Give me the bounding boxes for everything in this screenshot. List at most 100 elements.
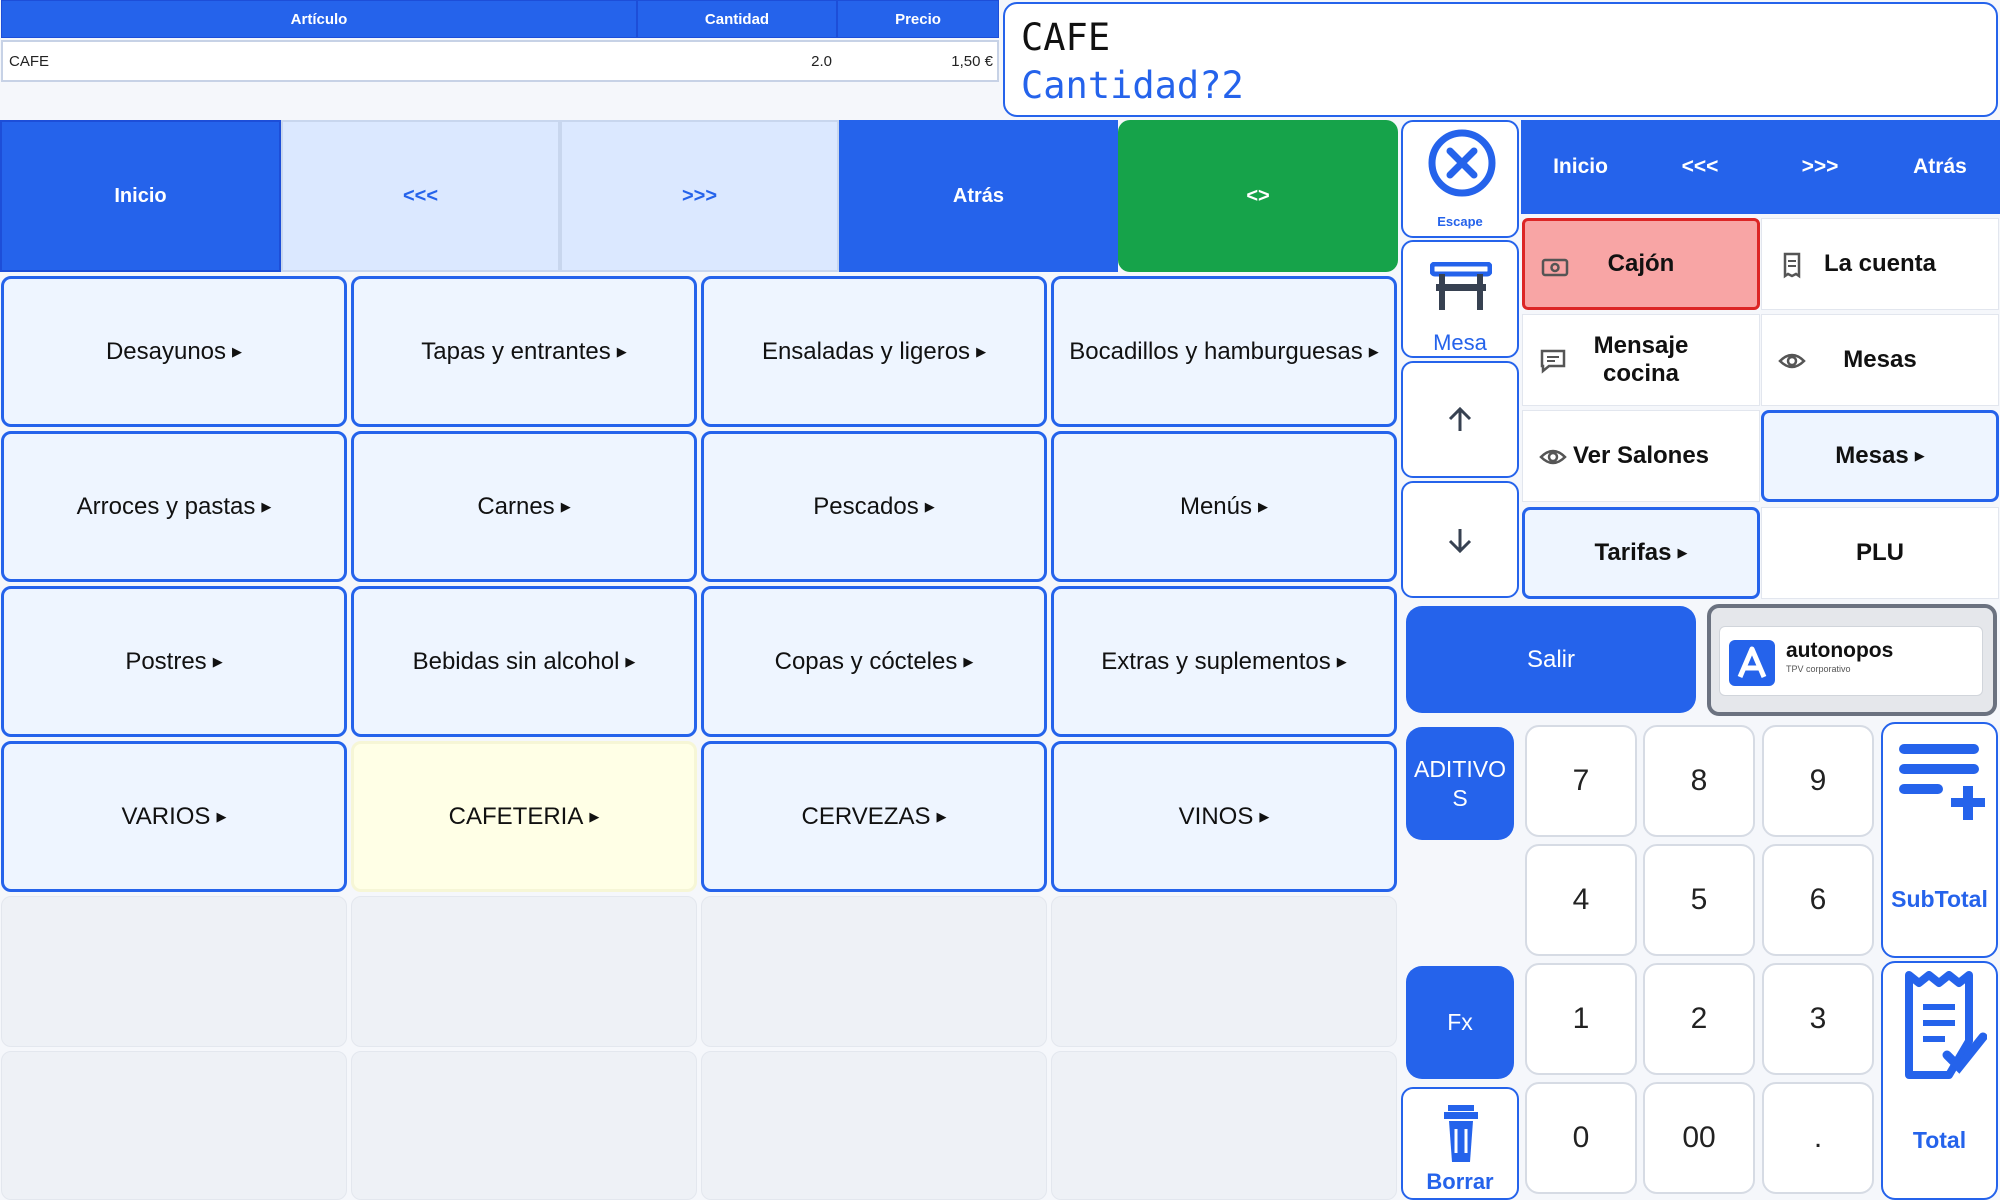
category-postres[interactable]: Postres ▶ — [1, 586, 347, 737]
table-label: Mesa — [1433, 330, 1487, 355]
nav-swap-button[interactable]: <> — [1118, 120, 1398, 272]
category-empty-slot — [1051, 896, 1397, 1047]
tables-view-button[interactable]: Mesas — [1761, 314, 1999, 406]
plu-button[interactable]: PLU — [1761, 507, 1999, 599]
close-circle-icon — [1428, 129, 1496, 197]
caret-right-icon: ▶ — [560, 498, 571, 514]
caret-right-icon: ▶ — [924, 498, 935, 514]
bill-button[interactable]: La cuenta — [1761, 218, 1999, 310]
subtotal-button[interactable]: SubTotal — [1881, 722, 1998, 958]
keypad-4[interactable]: 4 — [1525, 844, 1637, 956]
drawer-button[interactable]: Cajón — [1522, 218, 1760, 310]
logo-tagline: TPV corporativo — [1786, 664, 1851, 674]
category-pescados[interactable]: Pescados ▶ — [701, 431, 1047, 582]
category-tapas[interactable]: Tapas y entrantes ▶ — [351, 276, 697, 427]
row-price: 1,50 € — [951, 53, 993, 70]
total-button[interactable]: Total — [1881, 961, 1998, 1200]
category-extras[interactable]: Extras y suplementos ▶ — [1051, 586, 1397, 737]
receipt-check-icon — [1905, 971, 1987, 1079]
category-empty-slot — [1, 1051, 347, 1200]
arrow-down-icon — [1448, 528, 1472, 553]
nav-prev-button[interactable]: <<< — [281, 120, 560, 272]
caret-right-icon: ▶ — [963, 653, 974, 669]
logo-name: autonopos — [1786, 639, 1894, 662]
keypad-decimal[interactable]: . — [1762, 1082, 1874, 1194]
escape-label: Escape — [1437, 214, 1483, 229]
column-header-article: Artículo — [1, 0, 637, 38]
keypad-00[interactable]: 00 — [1643, 1082, 1755, 1194]
row-article: CAFE — [9, 53, 50, 70]
nav-next-button[interactable]: >>> — [560, 120, 839, 272]
arrow-up-icon — [1448, 406, 1472, 431]
keypad-6[interactable]: 6 — [1762, 844, 1874, 956]
right-nav: Inicio <<< >>> Atrás — [1521, 120, 2000, 214]
display-panel: CAFE Cantidad?2 — [1003, 2, 1998, 117]
keypad-7[interactable]: 7 — [1525, 725, 1637, 837]
aditivos-button[interactable]: ADITIVOS — [1406, 727, 1514, 840]
column-header-quantity: Cantidad — [637, 0, 837, 38]
cash-icon — [1541, 258, 1569, 277]
nav-home-button[interactable]: Inicio — [0, 120, 281, 272]
fx-button[interactable]: Fx — [1406, 966, 1514, 1079]
category-desayunos[interactable]: Desayunos ▶ — [1, 276, 347, 427]
receipt-icon — [1783, 252, 1801, 279]
arrow-up-button[interactable] — [1401, 361, 1519, 478]
right-nav-prev-button[interactable]: <<< — [1640, 120, 1760, 214]
category-varios[interactable]: VARIOS ▶ — [1, 741, 347, 892]
eye-icon — [1778, 353, 1806, 369]
caret-right-icon: ▶ — [1368, 343, 1379, 359]
caret-right-icon: ▶ — [1677, 545, 1688, 560]
caret-right-icon: ▶ — [625, 653, 636, 669]
keypad-1[interactable]: 1 — [1525, 963, 1637, 1075]
category-bebidas[interactable]: Bebidas sin alcohol ▶ — [351, 586, 697, 737]
category-empty-slot — [701, 896, 1047, 1047]
category-ensaladas[interactable]: Ensaladas y ligeros ▶ — [701, 276, 1047, 427]
subtotal-label: SubTotal — [1891, 886, 1988, 912]
display-line-2: Cantidad?2 — [1021, 64, 1244, 107]
ticket-table: Artículo Cantidad Precio CAFE 2.0 1,50 € — [0, 0, 1000, 84]
category-cafeteria[interactable]: CAFETERIA ▶ — [351, 741, 697, 892]
caret-right-icon: ▶ — [1258, 498, 1269, 514]
caret-right-icon: ▶ — [589, 808, 600, 824]
caret-right-icon: ▶ — [216, 808, 227, 824]
keypad-5[interactable]: 5 — [1643, 844, 1755, 956]
rates-button[interactable]: Tarifas ▶ — [1522, 507, 1760, 599]
category-empty-slot — [351, 1051, 697, 1200]
delete-button[interactable]: Borrar — [1401, 1087, 1519, 1200]
row-quantity: 2.0 — [811, 53, 832, 70]
category-empty-slot — [351, 896, 697, 1047]
category-empty-slot — [1051, 1051, 1397, 1200]
caret-right-icon: ▶ — [1259, 808, 1270, 824]
logo-card: autonopos TPV corporativo — [1719, 626, 1983, 696]
category-bocadillos[interactable]: Bocadillos y hamburguesas ▶ — [1051, 276, 1397, 427]
category-copas[interactable]: Copas y cócteles ▶ — [701, 586, 1047, 737]
category-vinos[interactable]: VINOS ▶ — [1051, 741, 1397, 892]
category-cervezas[interactable]: CERVEZAS ▶ — [701, 741, 1047, 892]
keypad-3[interactable]: 3 — [1762, 963, 1874, 1075]
table-row[interactable]: CAFE 2.0 1,50 € — [1, 40, 999, 82]
list-add-icon — [1899, 744, 1985, 820]
view-rooms-button[interactable]: Ver Salones — [1522, 410, 1760, 502]
right-nav-home-button[interactable]: Inicio — [1521, 120, 1640, 214]
caret-right-icon: ▶ — [261, 498, 272, 514]
category-arroces[interactable]: Arroces y pastas ▶ — [1, 431, 347, 582]
keypad-2[interactable]: 2 — [1643, 963, 1755, 1075]
arrow-down-button[interactable] — [1401, 481, 1519, 598]
tables-menu-button[interactable]: Mesas ▶ — [1761, 410, 1999, 502]
category-menus[interactable]: Menús ▶ — [1051, 431, 1397, 582]
display-line-1: CAFE — [1021, 16, 1111, 59]
exit-button[interactable]: Salir — [1406, 606, 1696, 713]
eye-icon — [1539, 449, 1567, 465]
nav-back-button[interactable]: Atrás — [839, 120, 1118, 272]
kitchen-message-button[interactable]: Mensaje cocina — [1522, 314, 1760, 406]
category-carnes[interactable]: Carnes ▶ — [351, 431, 697, 582]
caret-right-icon: ▶ — [232, 343, 243, 359]
escape-button[interactable]: Escape — [1401, 120, 1519, 238]
keypad-0[interactable]: 0 — [1525, 1082, 1637, 1194]
keypad-9[interactable]: 9 — [1762, 725, 1874, 837]
right-nav-back-button[interactable]: Atrás — [1880, 120, 2000, 214]
right-nav-next-button[interactable]: >>> — [1760, 120, 1880, 214]
keypad-8[interactable]: 8 — [1643, 725, 1755, 837]
table-button[interactable]: Mesa — [1401, 240, 1519, 358]
caret-right-icon: ▶ — [212, 653, 223, 669]
